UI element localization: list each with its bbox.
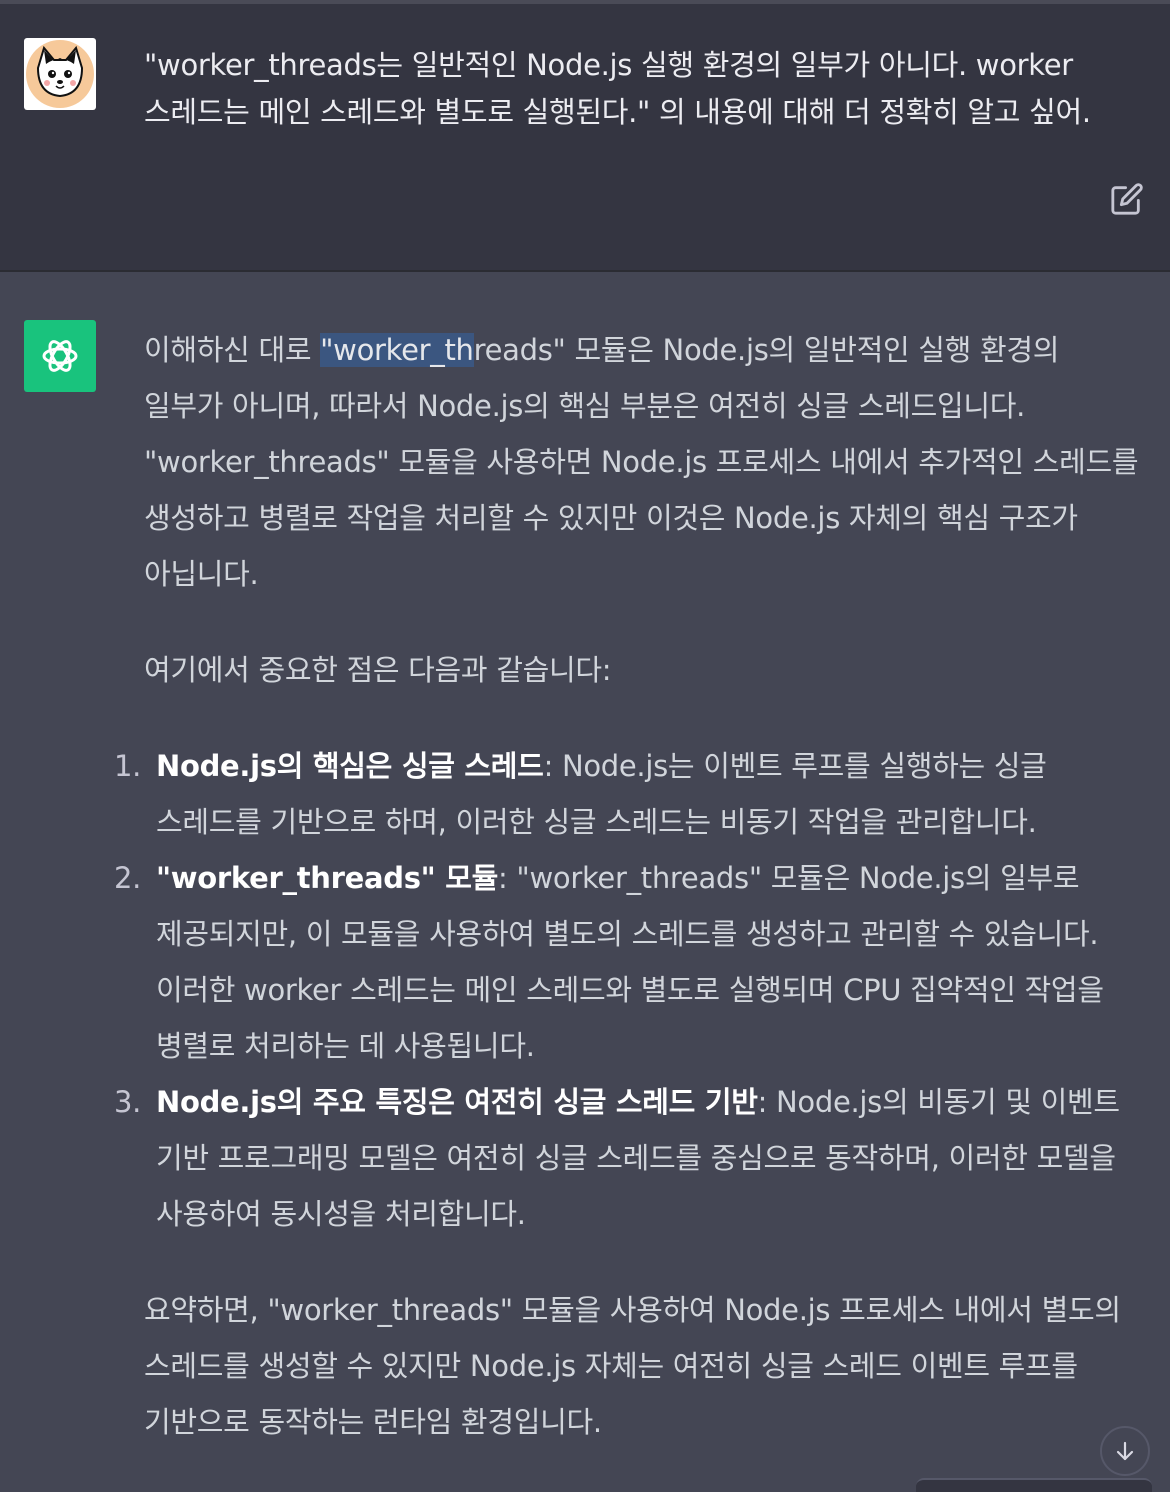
list-item-title: "worker_threads" 모듈 bbox=[156, 861, 499, 895]
scroll-to-bottom-button[interactable] bbox=[1100, 1426, 1150, 1476]
assistant-message-row: 이해하신 대로 "worker_threads" 모듈은 Node.js의 일반… bbox=[0, 272, 1170, 1490]
list-item-title: Node.js의 핵심은 싱글 스레드 bbox=[156, 749, 544, 783]
list-item-title: Node.js의 주요 특징은 여전히 싱글 스레드 기반 bbox=[156, 1085, 758, 1119]
user-message-text: "worker_threads는 일반적인 Node.js 실행 환경의 일부가… bbox=[144, 48, 1091, 129]
assistant-avatar bbox=[24, 320, 96, 392]
lead-paragraph: 여기에서 중요한 점은 다음과 같습니다: bbox=[144, 653, 612, 687]
user-message-row: "worker_threads는 일반적인 Node.js 실행 환경의 일부가… bbox=[0, 4, 1170, 272]
cat-avatar-icon bbox=[26, 40, 94, 108]
list-item: 3. Node.js의 주요 특징은 여전히 싱글 스레드 기반: Node.j… bbox=[110, 1074, 1155, 1242]
list-item-number: 3. bbox=[114, 1085, 142, 1119]
edit-icon bbox=[1111, 183, 1143, 215]
list-item-number: 1. bbox=[114, 749, 142, 783]
arrow-down-icon bbox=[1116, 1441, 1134, 1461]
intro-paragraph: 이해하신 대로 "worker_threads" 모듈은 Node.js의 일반… bbox=[144, 322, 1144, 602]
user-avatar bbox=[24, 38, 96, 110]
edit-message-button[interactable] bbox=[1110, 182, 1144, 216]
intro-text-rest: reads" 모듈은 Node.js의 일반적인 실행 환경의 일부가 아니며,… bbox=[144, 333, 1139, 591]
intro-text-start: 이해하신 대로 bbox=[144, 333, 321, 367]
assistant-message-content: 이해하신 대로 "worker_threads" 모듈은 Node.js의 일반… bbox=[144, 322, 1144, 738]
key-points-list: 1. Node.js의 핵심은 싱글 스레드: Node.js는 이벤트 루프를… bbox=[110, 738, 1155, 1242]
list-item-number: 2. bbox=[114, 861, 142, 895]
openai-logo-icon bbox=[42, 340, 78, 372]
text-selection-highlight: "worker_th bbox=[320, 333, 474, 367]
list-item: 1. Node.js의 핵심은 싱글 스레드: Node.js는 이벤트 루프를… bbox=[110, 738, 1155, 850]
summary-paragraph: 요약하면, "worker_threads" 모듈을 사용하여 Node.js … bbox=[144, 1293, 1121, 1439]
list-item: 2. "worker_threads" 모듈: "worker_threads"… bbox=[110, 850, 1155, 1074]
